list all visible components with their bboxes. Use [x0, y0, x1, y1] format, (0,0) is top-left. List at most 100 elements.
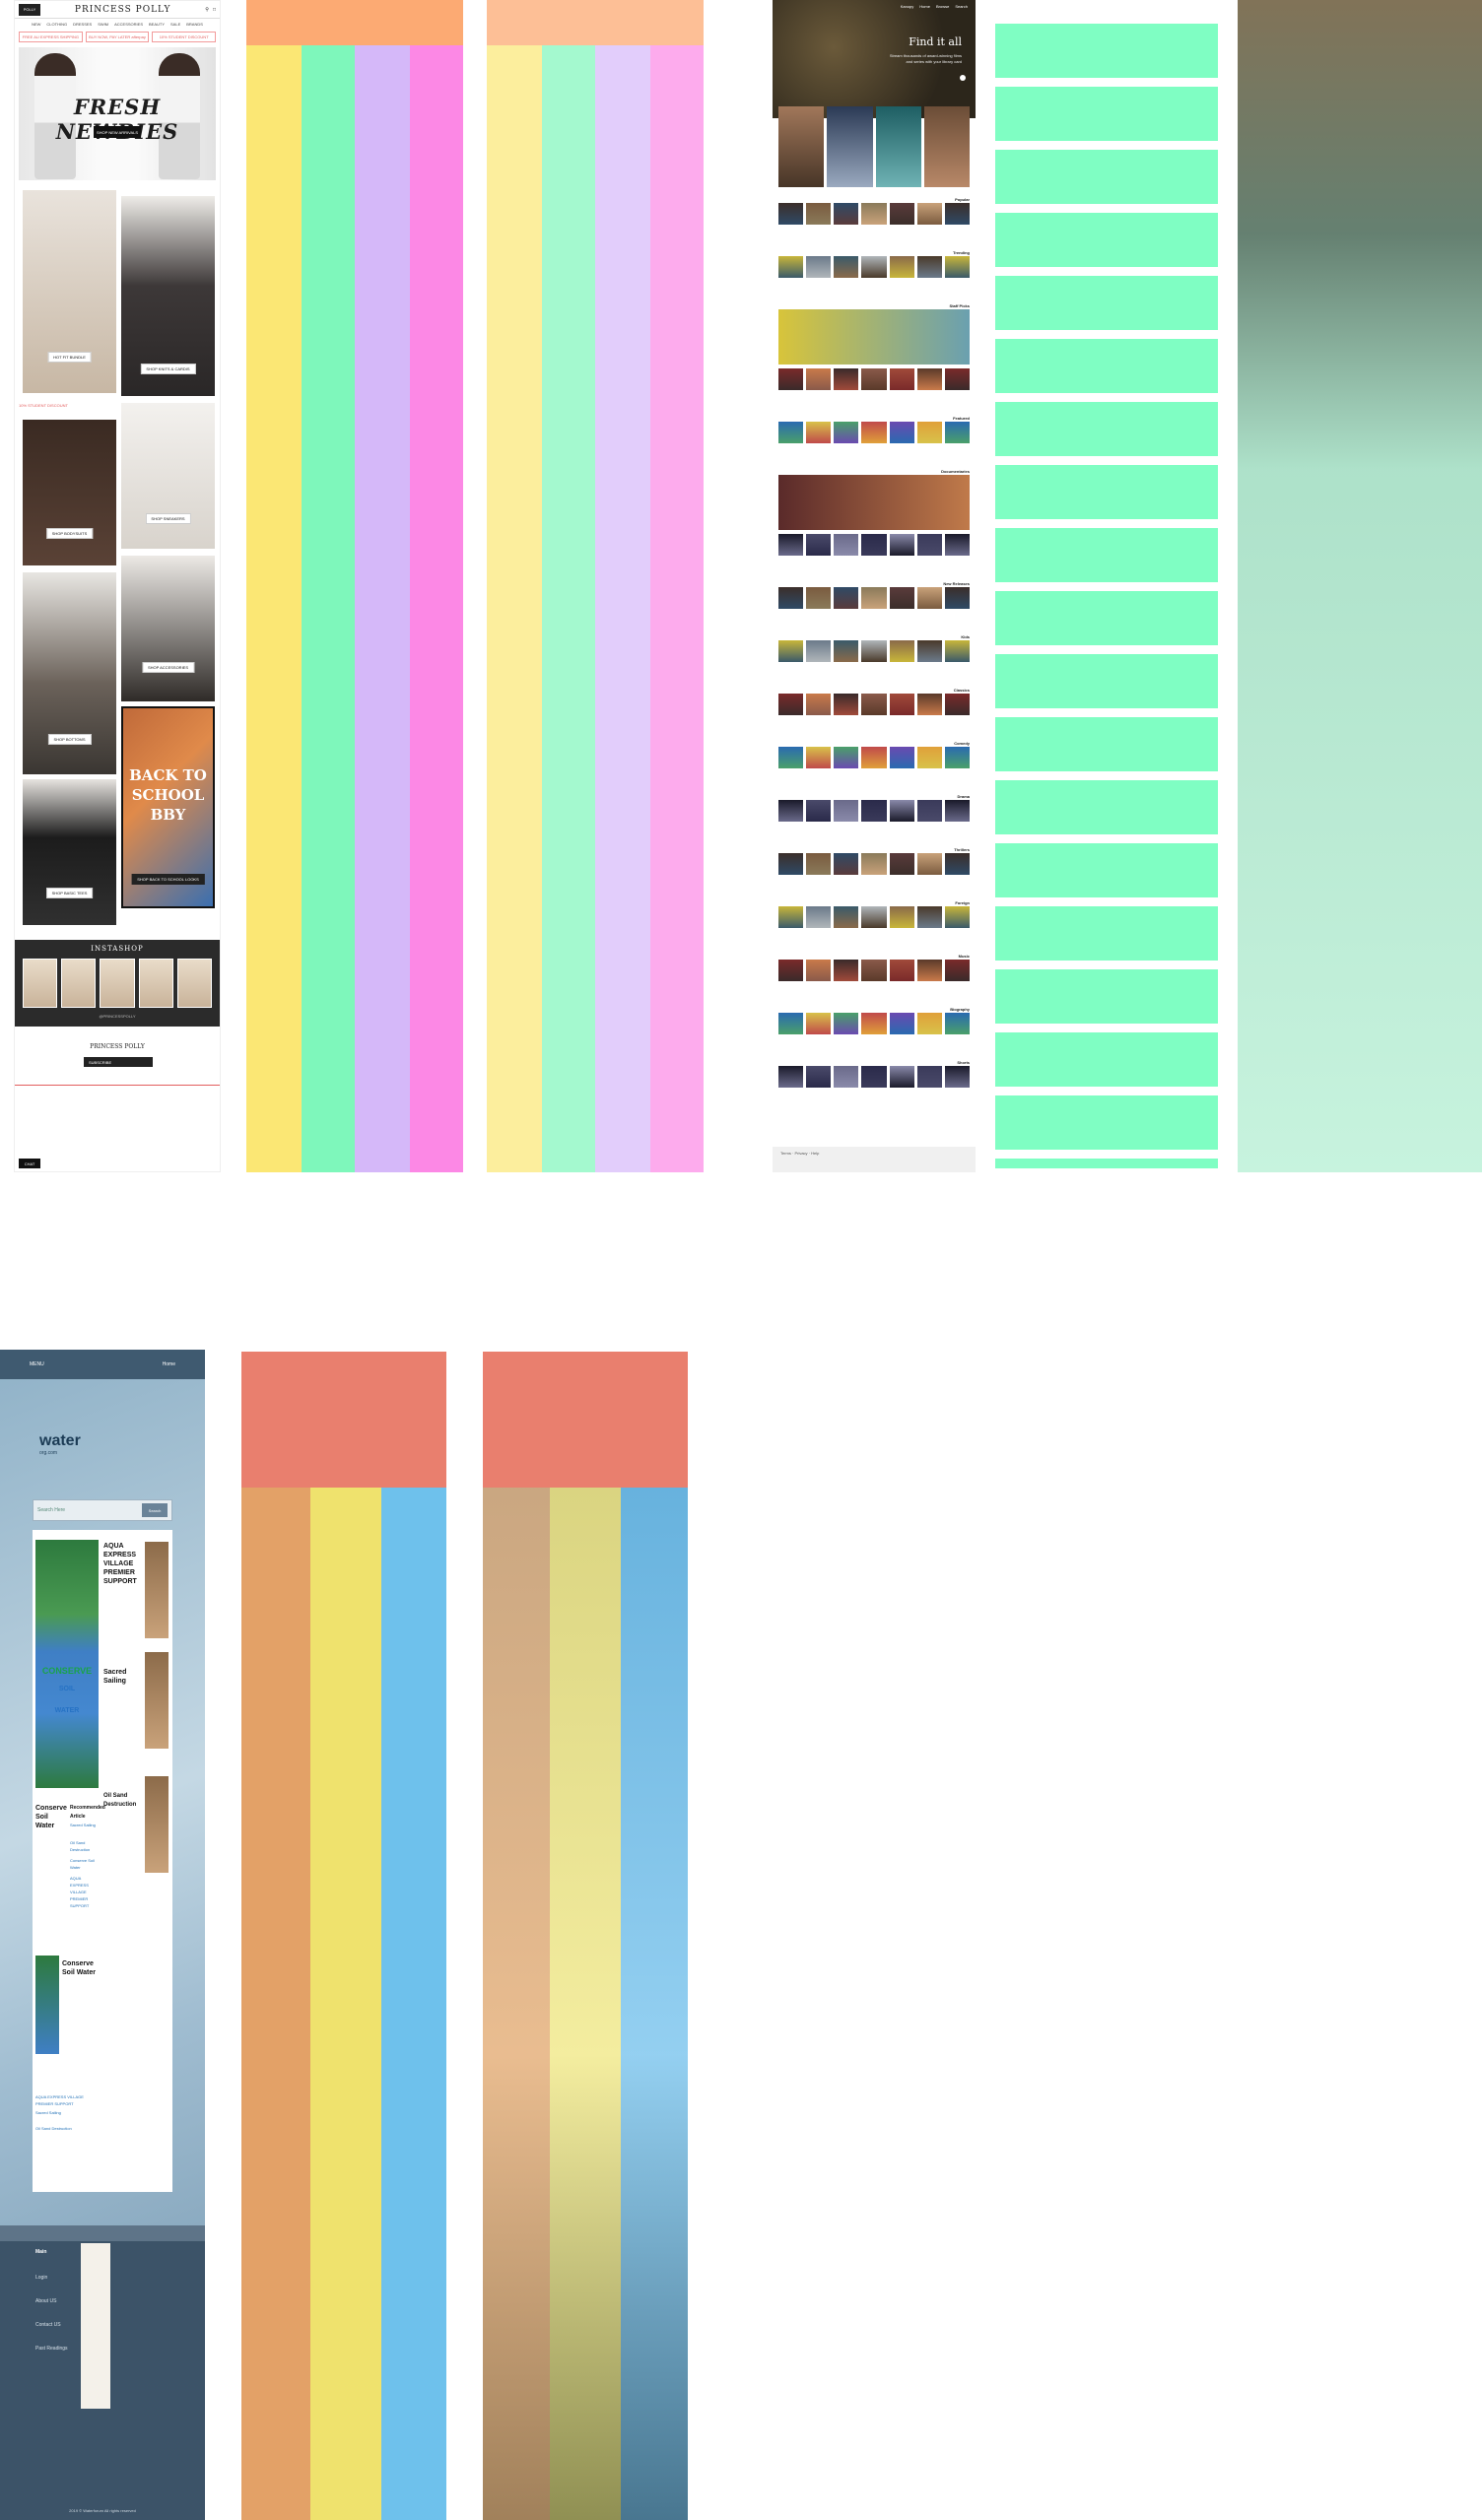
content-tile[interactable] — [944, 694, 970, 715]
chat-button[interactable]: CHAT — [19, 1159, 40, 1168]
content-tile[interactable] — [834, 1066, 859, 1088]
content-tile[interactable] — [834, 256, 859, 278]
content-tile[interactable] — [806, 256, 832, 278]
tile-bodysuits[interactable]: SHOP BODYSUITS — [23, 420, 116, 565]
content-tile[interactable] — [889, 422, 914, 443]
section-title[interactable]: Drama — [958, 794, 970, 799]
content-tile[interactable] — [778, 960, 804, 981]
newsletter-subscribe[interactable]: SUBSCRIBE — [84, 1057, 153, 1067]
content-tile[interactable] — [861, 368, 887, 390]
content-tile[interactable] — [889, 640, 914, 662]
content-tile[interactable] — [889, 256, 914, 278]
content-tile[interactable] — [834, 800, 859, 822]
content-tile[interactable] — [778, 534, 804, 556]
related-link[interactable]: Sacred Sailing — [70, 1822, 100, 1828]
article-thumb[interactable] — [145, 1542, 168, 1638]
content-tile[interactable] — [834, 534, 859, 556]
content-tile[interactable] — [861, 203, 887, 225]
nav-browse[interactable]: Browse — [936, 4, 949, 9]
content-tile[interactable] — [889, 906, 914, 928]
content-tile[interactable] — [861, 1013, 887, 1034]
content-tile[interactable] — [834, 853, 859, 875]
content-tile[interactable] — [916, 587, 942, 609]
content-tile[interactable] — [861, 1066, 887, 1088]
content-tile[interactable] — [916, 960, 942, 981]
content-tile[interactable] — [806, 587, 832, 609]
content-tile[interactable] — [889, 587, 914, 609]
content-tile[interactable] — [944, 368, 970, 390]
search-icon[interactable]: ⚲ — [205, 7, 209, 13]
content-tile[interactable] — [944, 800, 970, 822]
content-tile[interactable] — [861, 640, 887, 662]
footer-menu-item[interactable]: Contact US — [35, 2322, 61, 2328]
content-tile[interactable] — [944, 422, 970, 443]
content-tile[interactable] — [806, 853, 832, 875]
nav-item-sale[interactable]: SALE — [170, 22, 180, 27]
search-input[interactable]: Search Here — [37, 1507, 65, 1513]
article-title[interactable]: Recommended Article — [70, 1804, 105, 1822]
nav-search[interactable]: Search — [955, 4, 968, 9]
content-tile[interactable] — [944, 587, 970, 609]
article-thumb[interactable] — [35, 1956, 59, 2054]
nav-brand[interactable]: Kanopy — [901, 4, 914, 9]
content-tile[interactable] — [778, 256, 804, 278]
section-title[interactable]: Thrillers — [954, 847, 970, 852]
content-tile[interactable] — [834, 747, 859, 768]
section-title[interactable]: New Releases — [943, 581, 970, 586]
content-tile[interactable] — [861, 422, 887, 443]
related-link[interactable]: AQUA EXPRESS VILLAGE PREMIER SUPPORT — [70, 1875, 100, 1909]
content-tile[interactable] — [916, 747, 942, 768]
footer-menu-item[interactable]: About US — [35, 2298, 56, 2304]
featured-banner[interactable] — [778, 475, 970, 530]
content-tile[interactable] — [861, 747, 887, 768]
article-title[interactable]: Oil Sand Destruction — [103, 1792, 141, 1810]
content-tile[interactable] — [778, 800, 804, 822]
article-title[interactable]: Sacred Sailing — [103, 1668, 145, 1686]
content-tile[interactable] — [834, 368, 859, 390]
section-title[interactable]: Biography — [950, 1007, 970, 1012]
article-title[interactable]: Conserve Soil Water — [62, 1959, 101, 1977]
article-thumb[interactable] — [145, 1776, 168, 1873]
content-tile[interactable] — [861, 906, 887, 928]
content-tile[interactable] — [944, 203, 970, 225]
content-tile[interactable] — [778, 422, 804, 443]
nav-item-brands[interactable]: BRANDS — [186, 22, 203, 27]
insta-post[interactable] — [23, 959, 58, 1008]
nav-item-new[interactable]: NEW — [32, 22, 40, 27]
section-title[interactable]: Trending — [953, 250, 970, 255]
article-thumb[interactable] — [145, 1652, 168, 1749]
content-tile[interactable] — [806, 422, 832, 443]
content-tile[interactable] — [806, 1013, 832, 1034]
content-tile[interactable] — [806, 368, 832, 390]
content-tile[interactable] — [861, 960, 887, 981]
content-tile[interactable] — [889, 694, 914, 715]
content-tile[interactable] — [944, 906, 970, 928]
section-title[interactable]: Foreign — [955, 900, 970, 905]
section-title[interactable]: Comedy — [954, 741, 970, 746]
article-title[interactable]: AQUA EXPRESS VILLAGE PREMIER SUPPORT — [103, 1542, 145, 1586]
menu-label[interactable]: MENU — [30, 1361, 44, 1367]
content-tile[interactable] — [944, 534, 970, 556]
content-tile[interactable] — [944, 256, 970, 278]
play-icon[interactable] — [960, 75, 966, 81]
insta-post[interactable] — [176, 959, 213, 1008]
instashop-handle[interactable]: @PRINCESSPOLLY — [15, 1014, 220, 1019]
shop-new-arrivals-button[interactable]: SHOP NEW ARRIVALS — [94, 126, 141, 138]
tile-accessories[interactable]: SHOP ACCESSORIES — [121, 556, 215, 701]
content-tile[interactable] — [916, 853, 942, 875]
home-label[interactable]: Home — [163, 1361, 175, 1367]
content-tile[interactable] — [944, 1066, 970, 1088]
streaming-hero[interactable]: Kanopy Home Browse Search Find it all St… — [773, 0, 976, 118]
content-tile[interactable] — [916, 694, 942, 715]
content-tile[interactable] — [778, 853, 804, 875]
insta-post[interactable] — [138, 959, 173, 1008]
related-link[interactable]: Sacred Sailing — [35, 2109, 95, 2116]
footer-map[interactable] — [81, 2243, 110, 2409]
content-tile[interactable] — [834, 640, 859, 662]
content-tile[interactable] — [916, 203, 942, 225]
section-title[interactable]: Classics — [954, 688, 970, 693]
content-tile[interactable] — [834, 906, 859, 928]
tile-knits[interactable]: SHOP KNITS & CARDIS — [121, 196, 215, 396]
content-tile[interactable] — [889, 853, 914, 875]
content-tile[interactable] — [889, 534, 914, 556]
